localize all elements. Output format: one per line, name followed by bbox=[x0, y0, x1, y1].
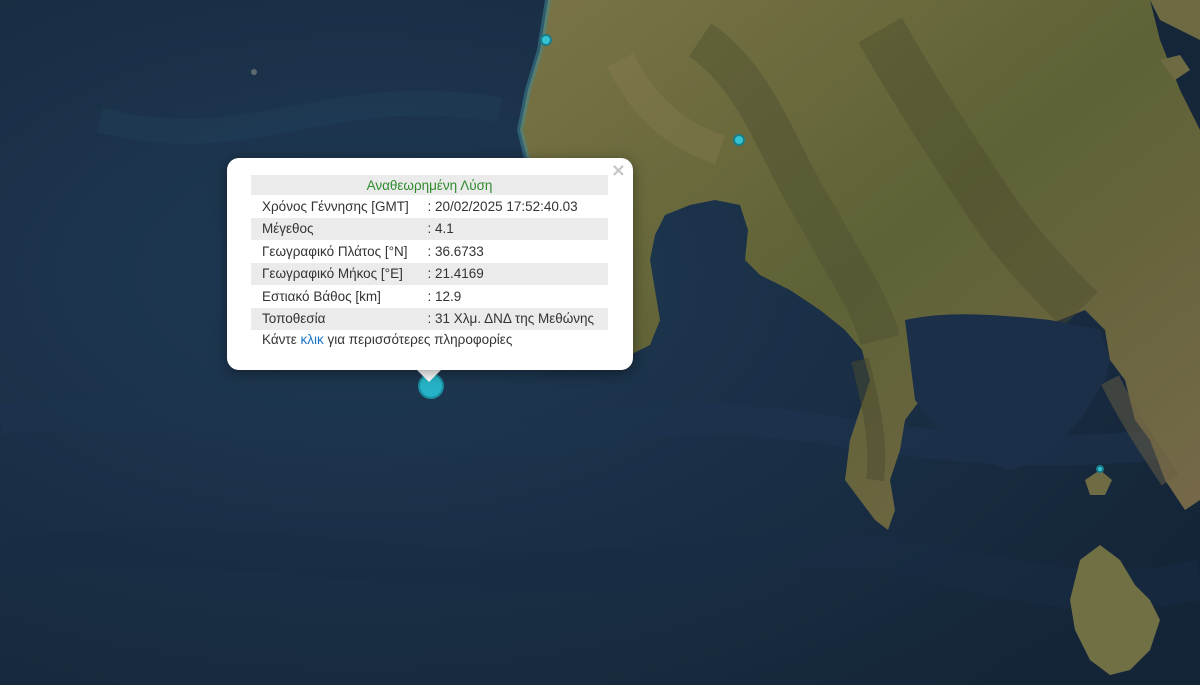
close-icon[interactable]: × bbox=[611, 161, 626, 181]
info-value: : 4.1 bbox=[421, 217, 608, 240]
popup-title: Αναθεωρημένη Λύση bbox=[251, 175, 608, 195]
more-info-prefix: Κάντε bbox=[262, 332, 301, 347]
info-label: Μέγεθος bbox=[251, 217, 422, 240]
info-row-origin-time: Χρόνος Γέννησης [GMT] : 20/02/2025 17:52… bbox=[251, 195, 608, 218]
more-info-link[interactable]: κλικ bbox=[301, 332, 324, 347]
info-label: Γεωγραφικό Πλάτος [°N] bbox=[262, 243, 408, 259]
earthquake-marker-small[interactable] bbox=[540, 34, 552, 46]
info-row-depth: Εστιακό Βάθος [km] : 12.9 bbox=[251, 285, 608, 308]
info-row-magnitude: Μέγεθος : 4.1 bbox=[251, 217, 608, 240]
info-row-longitude: Γεωγραφικό Μήκος [°E] : 21.4169 bbox=[251, 262, 608, 285]
earthquake-marker-small[interactable] bbox=[1096, 465, 1104, 473]
info-value: : 31 Χλμ. ΔΝΔ της Μεθώνης bbox=[421, 307, 608, 330]
earthquake-info-table: Αναθεωρημένη Λύση Χρόνος Γέννησης [GMT] … bbox=[251, 175, 608, 330]
info-label: Εστιακό Βάθος [km] bbox=[262, 288, 381, 304]
more-info-text: Κάντε κλικ για περισσότερες πληροφορίες bbox=[262, 332, 512, 347]
info-value: : 21.4169 bbox=[421, 262, 608, 285]
info-row-location: Τοποθεσία : 31 Χλμ. ΔΝΔ της Μεθώνης bbox=[251, 307, 608, 330]
info-value: : 20/02/2025 17:52:40.03 bbox=[427, 198, 578, 214]
info-value: : 36.6733 bbox=[427, 243, 484, 259]
popup-title-row: Αναθεωρημένη Λύση bbox=[251, 175, 608, 195]
popup-tip bbox=[416, 369, 442, 382]
info-label: Γεωγραφικό Μήκος [°E] bbox=[251, 262, 422, 285]
earthquake-marker-small[interactable] bbox=[733, 134, 745, 146]
more-info-suffix: για περισσότερες πληροφορίες bbox=[323, 332, 513, 347]
info-label: Τοποθεσία bbox=[251, 307, 422, 330]
earthquake-popup: × Αναθεωρημένη Λύση Χρόνος Γέννησης [GMT… bbox=[227, 158, 633, 370]
info-value: : 12.9 bbox=[427, 288, 462, 304]
info-row-latitude: Γεωγραφικό Πλάτος [°N] : 36.6733 bbox=[251, 240, 608, 263]
info-label: Χρόνος Γέννησης [GMT] bbox=[262, 198, 409, 214]
